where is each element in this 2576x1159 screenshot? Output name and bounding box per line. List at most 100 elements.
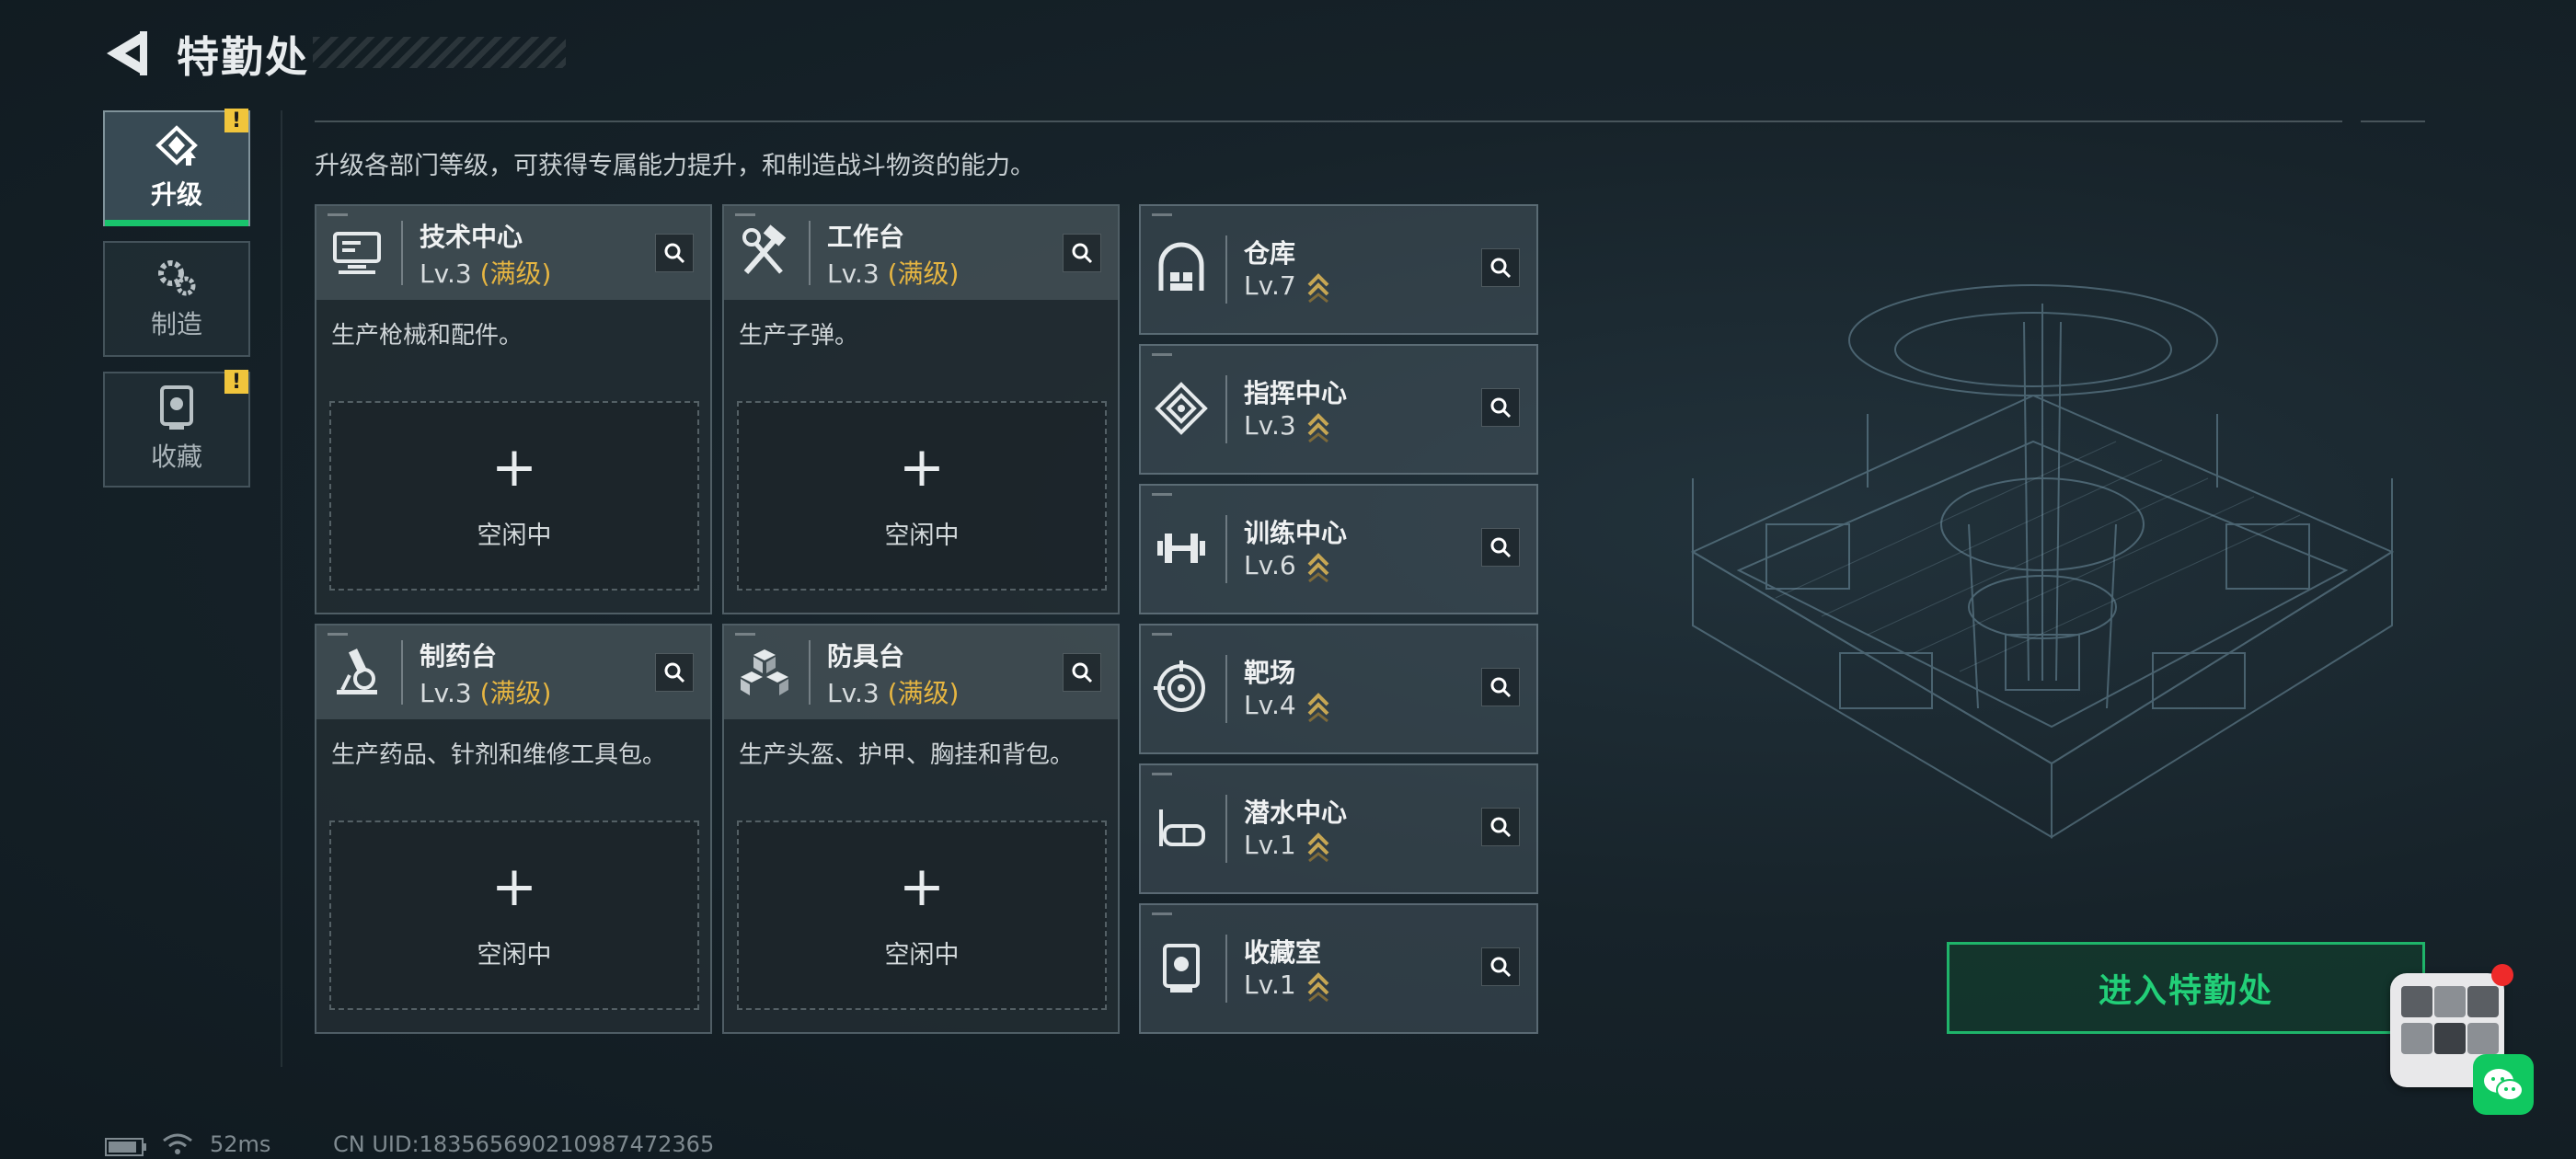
wechat-button[interactable] (2473, 1054, 2534, 1115)
inspect-button[interactable] (1481, 388, 1520, 427)
facility-name: 训练中心 (1244, 518, 1348, 548)
gears-icon (158, 260, 196, 296)
magnifier-icon (664, 243, 685, 264)
add-icon: + (490, 855, 538, 919)
facility-level: Lv.3 (满级) (420, 678, 552, 708)
enter-button-label: 进入特勤处 (2098, 972, 2273, 1010)
facility-level: Lv.3 (满级) (827, 258, 960, 289)
production-slot[interactable]: + 空闲中 (737, 820, 1107, 1010)
divider (2361, 120, 2425, 122)
facility-description: 生产药品、针剂和维修工具包。 (331, 741, 667, 769)
add-icon: + (490, 435, 538, 499)
upgradable-chevron-icon (1307, 553, 1329, 583)
inspect-button[interactable] (1063, 653, 1101, 692)
upgrade-icon (155, 125, 198, 166)
upgradable-chevron-icon (1307, 693, 1329, 723)
enter-special-ops-button[interactable]: 进入特勤处 (1947, 942, 2425, 1034)
inspect-button[interactable] (1481, 248, 1520, 287)
page-title: 特勤处 (177, 32, 309, 82)
facility-card-warehouse[interactable]: 仓库 Lv.7 (1139, 204, 1538, 335)
slot-status: 空闲中 (477, 522, 552, 550)
production-slot[interactable]: + 空闲中 (329, 820, 699, 1010)
facility-level: Lv.1 (1244, 970, 1296, 1000)
facility-level: Lv.4 (1244, 690, 1296, 720)
facility-name: 指挥中心 (1244, 378, 1348, 408)
magnifier-icon (1490, 397, 1512, 419)
tab-craft-label: 制造 (150, 309, 202, 339)
facility-card-pharmacy[interactable]: 制药台 Lv.3 (满级) 生产药品、针剂和维修工具包。 + 空闲中 (315, 624, 712, 1034)
facility-name: 仓库 (1244, 238, 1296, 269)
inspect-button[interactable] (1063, 234, 1101, 272)
avatar (2401, 986, 2432, 1017)
card-header: 防具台 Lv.3 (满级) (724, 625, 1118, 719)
tab-craft[interactable]: 制造 (103, 241, 250, 357)
slot-status: 空闲中 (884, 941, 960, 970)
upgradable-chevron-icon (1307, 273, 1329, 304)
facility-name: 防具台 (827, 641, 905, 671)
inspect-button[interactable] (1481, 808, 1520, 846)
tools-icon (742, 224, 787, 274)
magnifier-icon (664, 662, 685, 683)
upgradable-chevron-icon (1307, 972, 1329, 1003)
upgradable-chevron-icon (1307, 832, 1329, 863)
tab-collection-label: 收藏 (150, 442, 202, 472)
inspect-button[interactable] (1481, 947, 1520, 986)
wechat-icon (2484, 1069, 2524, 1101)
avatar (2401, 1023, 2432, 1054)
facility-card-diving-center[interactable]: 潜水中心 Lv.1 (1139, 763, 1538, 894)
facility-level: Lv.7 (1244, 270, 1296, 301)
ping-indicator: 52ms (210, 1131, 271, 1157)
trophy-case-icon (160, 385, 193, 430)
facility-name: 潜水中心 (1244, 798, 1348, 828)
facility-card-collection-room[interactable]: 收藏室 Lv.1 (1139, 903, 1538, 1034)
magnifier-icon (1490, 258, 1512, 279)
facility-level: Lv.3 (1244, 410, 1296, 441)
tab-upgrade-label: 升级 (150, 179, 202, 210)
inspect-button[interactable] (655, 653, 694, 692)
upgrade-description: 升级各部门等级，可获得专属能力提升，和制造战斗物资的能力。 (315, 152, 1035, 180)
card-header: 工作台 Lv.3 (满级) (724, 206, 1118, 300)
target-icon (1154, 660, 1205, 712)
magnifier-icon (1490, 677, 1512, 698)
add-icon: + (898, 435, 946, 499)
add-icon: + (898, 855, 946, 919)
warehouse-icon (1158, 242, 1204, 291)
inspect-button[interactable] (655, 234, 694, 272)
facility-card-training-center[interactable]: 训练中心 Lv.6 (1139, 484, 1538, 614)
facility-level: Lv.3 (满级) (420, 258, 552, 289)
monitor-icon (333, 232, 381, 274)
decor-line (281, 110, 282, 1067)
microscope-icon (337, 648, 377, 694)
magnifier-icon (1490, 537, 1512, 558)
back-arrow-icon[interactable] (103, 28, 151, 79)
avatar (2434, 986, 2466, 1017)
production-slot[interactable]: + 空闲中 (329, 401, 699, 591)
magnifier-icon (1490, 817, 1512, 838)
wifi-icon (163, 1133, 192, 1154)
avatar (2467, 986, 2499, 1017)
divider (315, 120, 2342, 122)
facility-name: 工作台 (827, 222, 905, 252)
facility-card-shooting-range[interactable]: 靶场 Lv.4 (1139, 624, 1538, 754)
facility-description: 生产枪械和配件。 (331, 322, 523, 350)
warning-badge: ! (224, 370, 248, 394)
facility-name: 收藏室 (1244, 937, 1322, 968)
facility-name: 技术中心 (420, 222, 523, 252)
inspect-button[interactable] (1481, 668, 1520, 706)
facility-card-workbench[interactable]: 工作台 Lv.3 (满级) 生产子弹。 + 空闲中 (722, 204, 1120, 614)
magnifier-icon (1072, 243, 1093, 264)
facility-card-armor-bench[interactable]: 防具台 Lv.3 (满级) 生产头盔、护甲、胸挂和背包。 + 空闲中 (722, 624, 1120, 1034)
card-header: 技术中心 Lv.3 (满级) (316, 206, 710, 300)
magnifier-icon (1490, 957, 1512, 978)
title-decoration (313, 37, 566, 68)
facility-level: Lv.1 (1244, 830, 1296, 860)
inspect-button[interactable] (1481, 528, 1520, 567)
facility-card-tech-center[interactable]: 技术中心 Lv.3 (满级) 生产枪械和配件。 + 空闲中 (315, 204, 712, 614)
avatar (2467, 1023, 2499, 1054)
facility-card-command-center[interactable]: 指挥中心 Lv.3 (1139, 344, 1538, 475)
facility-description: 生产头盔、护甲、胸挂和背包。 (739, 741, 1075, 769)
facility-name: 制药台 (420, 641, 498, 671)
avatar (2434, 1023, 2466, 1054)
production-slot[interactable]: + 空闲中 (737, 401, 1107, 591)
upgradable-chevron-icon (1307, 413, 1329, 443)
